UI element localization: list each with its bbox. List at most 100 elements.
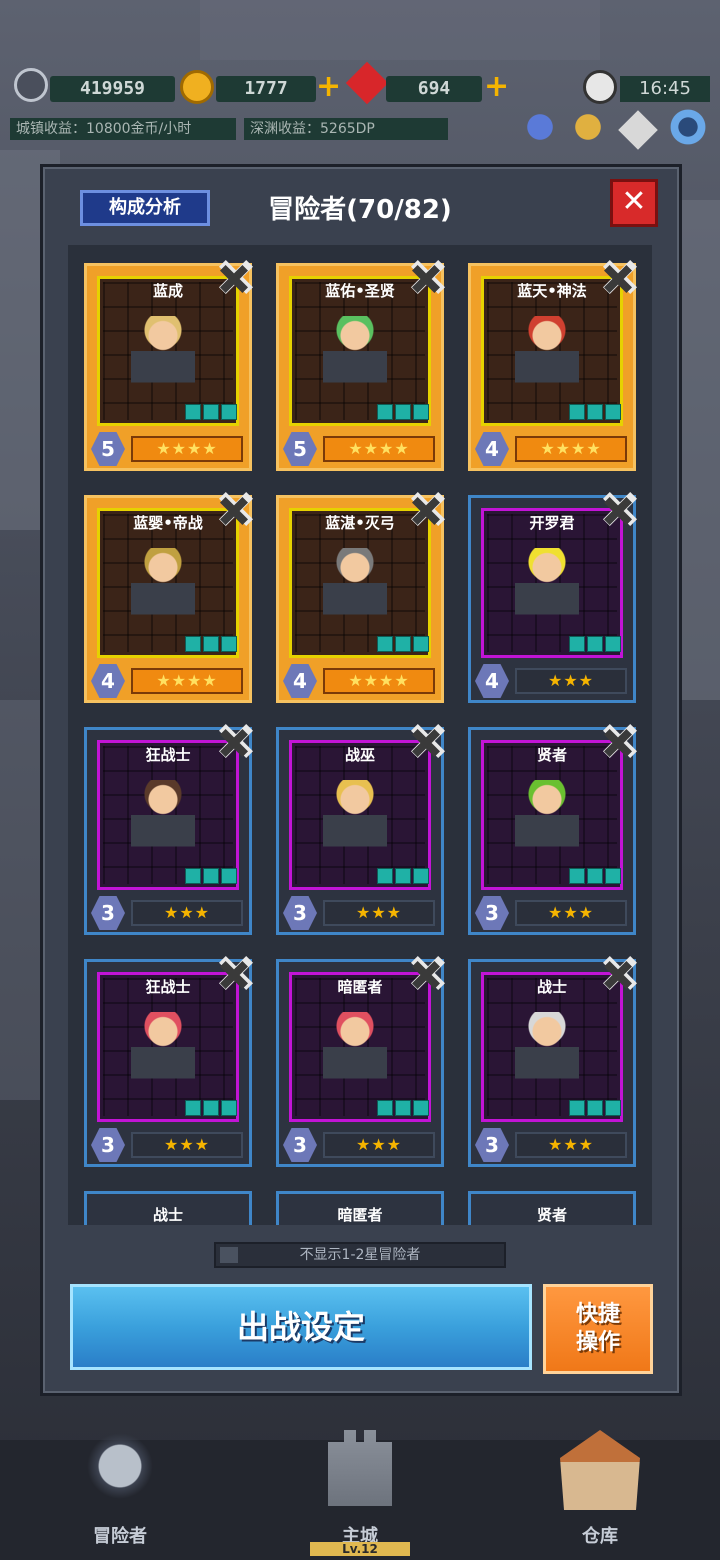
adventurer-card[interactable]: 贤者 <box>468 1191 636 1225</box>
star-rating: ★★★★ <box>131 668 243 694</box>
boots-icon <box>413 404 429 420</box>
warehouse-icon <box>560 1430 640 1510</box>
boots-icon <box>413 1100 429 1116</box>
armor-icon <box>395 1100 411 1116</box>
adventurer-card[interactable]: 战巫 3 ★★★ <box>276 724 445 935</box>
filter-label: 不显示1-2星冒险者 <box>299 1247 421 1263</box>
adventurer-card[interactable]: 蓝婴•帝战 4 ★★★★ <box>84 492 253 703</box>
armor-icon <box>203 868 219 884</box>
star-rating: ★★★ <box>515 1132 627 1158</box>
weapon-icon <box>185 636 201 652</box>
level-badge: 4 <box>475 664 509 698</box>
quick-label-line1: 快捷 <box>575 1302 620 1327</box>
power-value: 419959 <box>50 76 175 102</box>
level-badge: 3 <box>475 896 509 930</box>
boots-icon <box>221 1100 237 1116</box>
star-rating: ★★★★ <box>323 436 435 462</box>
boots-icon <box>605 636 621 652</box>
hero-sprite <box>131 1012 195 1090</box>
gem-value: 694 <box>386 76 482 102</box>
trophy-icon[interactable] <box>566 105 610 149</box>
card-footer: 3 ★★★ <box>471 1126 633 1164</box>
weapon-icon <box>569 636 585 652</box>
card-footer: 5 ★★★★ <box>279 430 441 468</box>
checkbox[interactable] <box>220 1247 238 1263</box>
star-rating: ★★★★ <box>323 668 435 694</box>
armor-icon <box>395 868 411 884</box>
level-badge: 4 <box>283 664 317 698</box>
adventurer-card[interactable]: 蓝天•神法 4 ★★★★ <box>468 260 637 471</box>
boots-icon <box>413 636 429 652</box>
hero-sprite <box>515 780 579 858</box>
adventurer-card[interactable]: 暗匿者 3 ★★★ <box>276 956 445 1167</box>
boots-icon <box>605 868 621 884</box>
level-badge: 3 <box>91 1128 125 1162</box>
clock-icon <box>583 70 617 104</box>
equipment-icons <box>569 404 621 420</box>
star-rating: ★★★★ <box>131 436 243 462</box>
equipment-icons <box>569 1100 621 1116</box>
abyss-income: 深渊收益：5265DP <box>244 118 448 140</box>
boots-icon <box>413 868 429 884</box>
adventurer-card[interactable]: 蓝湛•灭弓 4 ★★★★ <box>276 492 445 703</box>
party-icon[interactable] <box>518 105 562 149</box>
quick-label-line2: 操作 <box>575 1330 620 1355</box>
equipment-icons <box>185 1100 237 1116</box>
weapon-icon <box>569 404 585 420</box>
weapon-icon <box>377 636 393 652</box>
star-rating: ★★★ <box>515 668 627 694</box>
weapon-icon <box>377 1100 393 1116</box>
deploy-settings-button[interactable]: 出战设定 <box>70 1284 532 1370</box>
level-badge: 3 <box>283 896 317 930</box>
adventurer-card[interactable]: 狂战士 3 ★★★ <box>84 724 253 935</box>
armor-icon <box>587 1100 603 1116</box>
level-badge: 3 <box>91 896 125 930</box>
nav-warehouse[interactable]: 仓库 <box>480 1430 720 1560</box>
hero-sprite <box>131 316 195 394</box>
adventurer-card[interactable]: 暗匿者 <box>276 1191 444 1225</box>
hero-sprite <box>323 1012 387 1090</box>
close-button[interactable]: ✕ <box>610 179 658 227</box>
card-footer: 4 ★★★★ <box>471 430 633 468</box>
equipment-icons <box>377 636 429 652</box>
adventurer-card[interactable]: 狂战士 3 ★★★ <box>84 956 253 1167</box>
adventurer-card[interactable]: 开罗君 4 ★★★ <box>468 492 637 703</box>
composition-analysis-button[interactable]: 构成分析 <box>80 190 210 226</box>
adventurer-card[interactable]: 蓝佑•圣贤 5 ★★★★ <box>276 260 445 471</box>
weapon-icon <box>185 868 201 884</box>
hero-sprite <box>323 780 387 858</box>
card-footer: 4 ★★★★ <box>279 662 441 700</box>
adventurer-list[interactable]: 蓝成 5 ★★★★ 蓝佑•圣贤 5 ★★★★ 蓝天•神法 4 ★★★★ 蓝婴•帝战 4 ★★★★ 蓝湛•… <box>68 245 652 1225</box>
boots-icon <box>605 1100 621 1116</box>
nav-label: 冒险者 <box>93 1526 147 1547</box>
panel-title: 冒险者(70/82) <box>268 195 452 225</box>
star-rating: ★★★ <box>131 900 243 926</box>
adventurer-card[interactable]: 战士 <box>84 1191 252 1225</box>
boots-icon <box>605 404 621 420</box>
equipment-icons <box>377 868 429 884</box>
hero-sprite <box>515 1012 579 1090</box>
adventurer-card[interactable]: 蓝成 5 ★★★★ <box>84 260 253 471</box>
adventurer-card[interactable]: 贤者 3 ★★★ <box>468 724 637 935</box>
add-gold-button[interactable]: + <box>316 72 341 102</box>
armor-icon <box>203 1100 219 1116</box>
quick-actions-button[interactable]: 快捷 操作 <box>543 1284 653 1374</box>
adventurer-card[interactable]: 战士 3 ★★★ <box>468 956 637 1167</box>
gear-icon[interactable] <box>666 105 710 149</box>
equipment-icons <box>185 404 237 420</box>
equipment-icons <box>377 1100 429 1116</box>
hero-sprite <box>131 548 195 626</box>
level-badge: 5 <box>91 432 125 466</box>
gold-coin-icon <box>180 70 214 104</box>
main-city-level: Lv.12 <box>310 1542 410 1556</box>
card-footer: 4 ★★★ <box>471 662 633 700</box>
weapon-icon <box>377 404 393 420</box>
nav-adventurers[interactable]: 冒险者 <box>0 1430 240 1560</box>
hero-sprite <box>515 316 579 394</box>
weapon-icon <box>185 1100 201 1116</box>
hide-low-star-toggle[interactable]: 不显示1-2星冒险者 <box>214 1242 506 1268</box>
boots-icon <box>221 636 237 652</box>
armor-icon <box>395 636 411 652</box>
equipment-icons <box>569 636 621 652</box>
add-gem-button[interactable]: + <box>484 72 509 102</box>
